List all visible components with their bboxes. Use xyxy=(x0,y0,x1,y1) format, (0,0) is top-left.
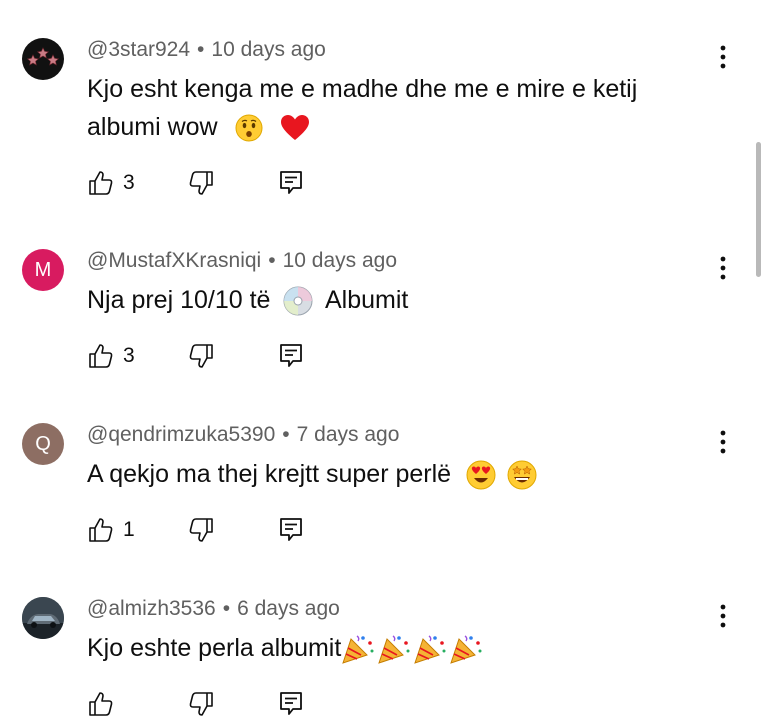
thumbs-up-icon xyxy=(89,344,113,368)
reply-button[interactable] xyxy=(277,341,305,371)
avatar-letter: M xyxy=(34,258,52,281)
more-vertical-icon xyxy=(720,430,726,454)
author-name[interactable]: @qendrimzuka5390 xyxy=(87,423,275,446)
comment-text: A qekjo ma thej krejtt super perlë xyxy=(87,455,677,493)
car-photo-icon xyxy=(22,597,64,639)
red-heart-emoji-icon xyxy=(280,115,309,141)
dislike-button[interactable] xyxy=(187,689,215,719)
avatar[interactable] xyxy=(22,597,64,639)
more-options-button[interactable] xyxy=(710,253,736,283)
dislike-button[interactable] xyxy=(187,515,215,545)
more-options-button[interactable] xyxy=(710,427,736,457)
thumbs-down-icon xyxy=(189,692,213,716)
author-name[interactable]: @MustafXKrasniqi xyxy=(87,249,261,272)
more-options-button[interactable] xyxy=(710,601,736,631)
party-popper-emoji-icon xyxy=(378,635,410,665)
comment-meta: @almizh3536 • 6 days ago xyxy=(87,597,340,621)
dislike-button[interactable] xyxy=(187,168,215,198)
avatar[interactable] xyxy=(22,38,64,80)
dislike-button[interactable] xyxy=(187,341,215,371)
reply-button[interactable] xyxy=(277,168,305,198)
like-button[interactable]: 3 xyxy=(87,341,135,371)
like-count: 1 xyxy=(123,518,135,541)
separator: • xyxy=(197,38,205,61)
comment-text-fragment: Albumit xyxy=(324,286,409,314)
avatar-letter: Q xyxy=(35,432,51,455)
comment-text: Nja prej 10/10 të Albumit xyxy=(87,281,677,319)
comment-text: Kjo eshte perla albumit xyxy=(87,629,677,667)
thumbs-down-icon xyxy=(189,171,213,195)
party-popper-emoji-icon xyxy=(342,635,374,665)
thumbs-up-icon xyxy=(89,692,113,716)
reply-comment-icon xyxy=(280,692,302,715)
author-name[interactable]: @almizh3536 xyxy=(87,597,216,620)
more-options-button[interactable] xyxy=(710,42,736,72)
comment-text-fragment: Nja prej 10/10 të xyxy=(87,286,271,314)
like-button[interactable] xyxy=(87,689,115,719)
timestamp[interactable]: 7 days ago xyxy=(297,423,400,446)
party-popper-emoji-icon xyxy=(450,635,482,665)
like-button[interactable]: 1 xyxy=(87,515,135,545)
more-vertical-icon xyxy=(720,604,726,628)
comment-meta: @qendrimzuka5390 • 7 days ago xyxy=(87,423,399,447)
avatar[interactable]: Q xyxy=(22,423,64,465)
timestamp[interactable]: 10 days ago xyxy=(283,249,397,272)
like-button[interactable]: 3 xyxy=(87,168,135,198)
cd-disc-emoji-icon xyxy=(283,286,313,316)
reply-comment-icon xyxy=(280,518,302,541)
stars-logo-icon xyxy=(26,47,60,66)
party-popper-emoji-icon xyxy=(414,635,446,665)
thumbs-down-icon xyxy=(189,518,213,542)
more-vertical-icon xyxy=(720,256,726,280)
comment-text-fragment: albumi wow xyxy=(87,113,218,141)
avatar[interactable]: M xyxy=(22,249,64,291)
timestamp[interactable]: 6 days ago xyxy=(237,597,340,620)
star-struck-emoji-icon xyxy=(507,460,537,490)
heart-eyes-emoji-icon xyxy=(466,460,496,490)
thumbs-down-icon xyxy=(189,344,213,368)
author-name[interactable]: @3star924 xyxy=(87,38,190,61)
comment-meta: @3star924 • 10 days ago xyxy=(87,38,326,62)
scrollbar-thumb[interactable] xyxy=(756,142,761,277)
separator: • xyxy=(268,249,276,272)
comment-text-line: albumi wow xyxy=(87,108,677,146)
reply-button[interactable] xyxy=(277,689,305,719)
more-vertical-icon xyxy=(720,45,726,69)
like-count: 3 xyxy=(123,344,135,367)
separator: • xyxy=(282,423,290,446)
comment-meta: @MustafXKrasniqi • 10 days ago xyxy=(87,249,397,273)
reply-button[interactable] xyxy=(277,515,305,545)
comment-text-fragment: Kjo eshte perla albumit xyxy=(87,634,342,662)
thumbs-up-icon xyxy=(89,171,113,195)
like-count: 3 xyxy=(123,171,135,194)
separator: • xyxy=(222,597,231,620)
comment-text-line: Kjo esht kenga me e madhe dhe me e mire … xyxy=(87,75,638,103)
timestamp[interactable]: 10 days ago xyxy=(211,38,325,61)
thumbs-up-icon xyxy=(89,518,113,542)
reply-comment-icon xyxy=(280,344,302,367)
comment-text-fragment: A qekjo ma thej krejtt super perlë xyxy=(87,460,452,488)
hushed-face-emoji-icon xyxy=(235,114,263,142)
comment-text: Kjo esht kenga me e madhe dhe me e mire … xyxy=(87,70,677,146)
reply-comment-icon xyxy=(280,171,302,194)
